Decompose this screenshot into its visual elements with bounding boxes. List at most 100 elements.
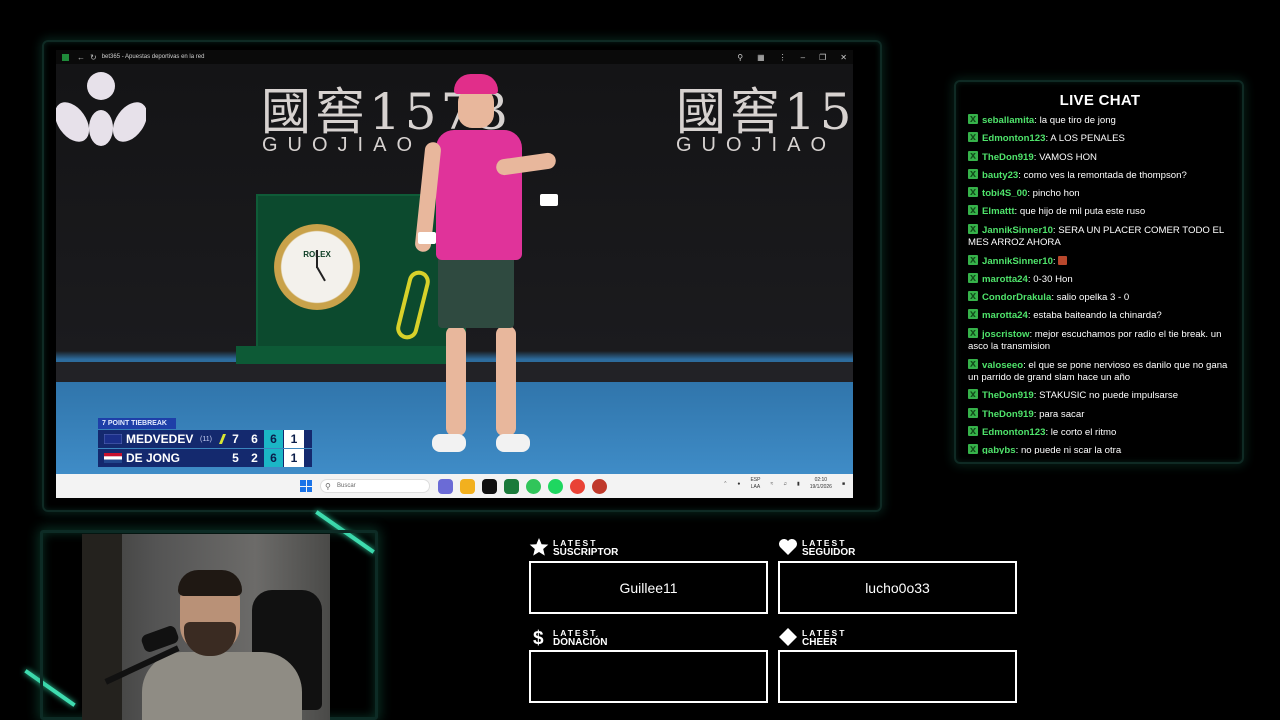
emote-icon <box>1058 255 1068 265</box>
browser-tab-title: bet365 - Apuestas deportivas en la red <box>101 54 205 60</box>
notification-icon[interactable]: ■ <box>842 481 845 487</box>
chat-message: bauty23: como ves la remontada de thomps… <box>968 168 1232 183</box>
diamond-icon <box>779 628 797 646</box>
chat-text: 0-30 Hon <box>1033 273 1073 285</box>
zoom-icon[interactable]: ⚲ <box>737 53 743 62</box>
subscriber-badge-icon <box>968 132 978 143</box>
chat-text: VAMOS HON <box>1039 151 1097 163</box>
microphone-icon[interactable]: ● <box>737 481 740 487</box>
score-bug: 7 POINT TIEBREAK MEDVEDEV (11) 7 6 6 1 D… <box>98 418 312 470</box>
taskbar-search-placeholder: Buscar <box>337 483 356 489</box>
latest-cheer-header: LATEST CHEER <box>778 627 846 648</box>
current-set-score: 6 <box>264 430 283 448</box>
subscriber-badge-icon <box>968 254 978 265</box>
latest-subscriber-header: LATEST SUSCRIPTOR <box>529 537 619 558</box>
bet365-app-icon[interactable] <box>504 479 519 494</box>
chat-username[interactable]: Elmattt <box>982 206 1015 217</box>
chat-username[interactable]: JannikSinner10 <box>982 256 1053 267</box>
chat-message: CondorDrakula: salio opelka 3 - 0 <box>968 291 1232 305</box>
chat-username[interactable]: bauty23 <box>982 170 1018 181</box>
chat-username[interactable]: Edmonton123 <box>982 133 1045 144</box>
chat-username[interactable]: JannikSinner10 <box>982 225 1053 236</box>
extensions-icon[interactable]: ▦ <box>757 53 765 62</box>
volume-icon[interactable]: ♫ <box>783 481 787 487</box>
file-explorer-icon[interactable] <box>460 479 475 494</box>
subscriber-badge-icon <box>968 291 978 302</box>
chat-text: la que tiro de jong <box>1039 115 1116 126</box>
chat-message-list[interactable]: seballamita: la que tiro de jong Edmonton… <box>968 114 1232 454</box>
chrome-icon[interactable] <box>570 479 585 494</box>
chat-username[interactable]: marotta24 <box>982 274 1028 285</box>
taskbar-search[interactable]: ⚲ Buscar <box>320 479 430 493</box>
star-icon <box>529 538 549 556</box>
system-tray: ⌃ ● ESP LAA ≈ ♫ ▮ 02:10 19/1/2026 ■ <box>723 477 845 491</box>
chat-username[interactable]: valoseeo <box>982 360 1023 371</box>
chat-text: STAKUSIC no puede impulsarse <box>1039 390 1179 402</box>
tournament-logo-icon <box>56 72 146 146</box>
close-icon[interactable]: ✕ <box>840 53 847 62</box>
chat-username[interactable]: CondorDrakula <box>982 292 1051 303</box>
subscriber-badge-icon <box>968 327 978 338</box>
chat-username[interactable]: TheDon919 <box>982 152 1034 163</box>
windows-start-icon[interactable] <box>300 480 312 492</box>
chat-username[interactable]: TheDon919 <box>982 390 1034 401</box>
chat-text: A LOS PENALES <box>1050 133 1125 145</box>
chat-username[interactable]: joscristow <box>982 329 1029 340</box>
chat-text: salio opelka 3 - 0 <box>1056 292 1130 304</box>
battery-icon[interactable]: ▮ <box>797 481 800 487</box>
set-score: 6 <box>251 432 258 446</box>
chat-username[interactable]: gabybs <box>982 445 1016 454</box>
menu-dots-icon[interactable]: ⋮ <box>779 53 787 62</box>
bet365-favicon-icon <box>62 53 69 61</box>
subscriber-badge-icon <box>968 309 978 320</box>
subscriber-badge-icon <box>968 272 978 283</box>
subscriber-badge-icon <box>968 223 978 234</box>
copilot-icon[interactable] <box>438 479 453 494</box>
score-row: MEDVEDEV (11) 7 6 6 1 <box>98 430 312 448</box>
subscriber-badge-icon <box>968 407 978 418</box>
chat-text: estaba baiteando la chinarda? <box>1033 310 1162 322</box>
chat-message: valoseeo: el que se pone nervioso es dan… <box>968 358 1228 384</box>
reload-icon[interactable]: ↻ <box>90 53 97 62</box>
chevron-up-icon[interactable]: ⌃ <box>723 481 727 487</box>
chat-message: Elmattt: que hijo de mil puta este ruso <box>968 205 1232 219</box>
dollar-icon: $ <box>533 628 544 647</box>
latest-follower-value: lucho0o33 <box>865 579 930 596</box>
spotify-icon[interactable] <box>548 479 563 494</box>
chat-message: marotta24: estaba baiteando la chinarda? <box>968 309 1232 323</box>
taskbar-apps <box>438 479 607 494</box>
chat-username[interactable]: tobi4S_00 <box>982 188 1027 199</box>
chat-message: Edmonton123: A LOS PENALES <box>968 132 1232 146</box>
lang-top: ESP <box>750 477 761 483</box>
chat-message: gabybs: no puede ni scar la otra <box>968 444 1232 454</box>
language-indicator[interactable]: ESP LAA <box>750 477 760 491</box>
chat-text: no puede ni scar la otra <box>1020 445 1122 454</box>
latest-subscriber-value: Guillee11 <box>619 579 678 596</box>
chat-message: JannikSinner10: <box>968 254 1232 269</box>
rolex-clock: ROLEX <box>274 224 360 310</box>
chat-username[interactable]: TheDon919 <box>982 409 1034 420</box>
chat-text: que hijo de mil puta este ruso <box>1019 206 1146 218</box>
chat-message: marotta24: 0-30 Hon <box>968 272 1232 287</box>
current-set-score: 6 <box>264 449 283 467</box>
svg-text:$: $ <box>533 628 544 647</box>
back-arrow-icon[interactable]: ← <box>77 53 85 62</box>
label-subscriber: SUSCRIPTOR <box>553 547 619 558</box>
player-name: DE JONG <box>126 451 181 465</box>
restore-icon[interactable]: ❐ <box>819 53 826 62</box>
chat-username[interactable]: seballamita <box>982 115 1034 126</box>
chat-message: TheDon919: VAMOS HON <box>968 150 1232 165</box>
chat-username[interactable]: marotta24 <box>982 310 1028 321</box>
tiktok-icon[interactable] <box>482 479 497 494</box>
tennis-video: 國窖1573 GUOJIAO 1573 國窖15 GUOJIAO ROLEX 7… <box>56 64 853 474</box>
set-score: 2 <box>251 451 258 465</box>
minimize-icon[interactable]: – <box>801 53 805 62</box>
latest-follower-header: LATEST SEGUIDOR <box>778 537 855 558</box>
wifi-icon[interactable]: ≈ <box>770 481 773 487</box>
whatsapp-icon[interactable] <box>526 479 541 494</box>
app-icon[interactable] <box>592 479 607 494</box>
chat-username[interactable]: Edmonton123 <box>982 427 1045 438</box>
tiebreak-points: 1 <box>284 430 304 448</box>
clock[interactable]: 02:10 19/1/2026 <box>810 477 832 491</box>
player-name: MEDVEDEV <box>126 432 194 446</box>
